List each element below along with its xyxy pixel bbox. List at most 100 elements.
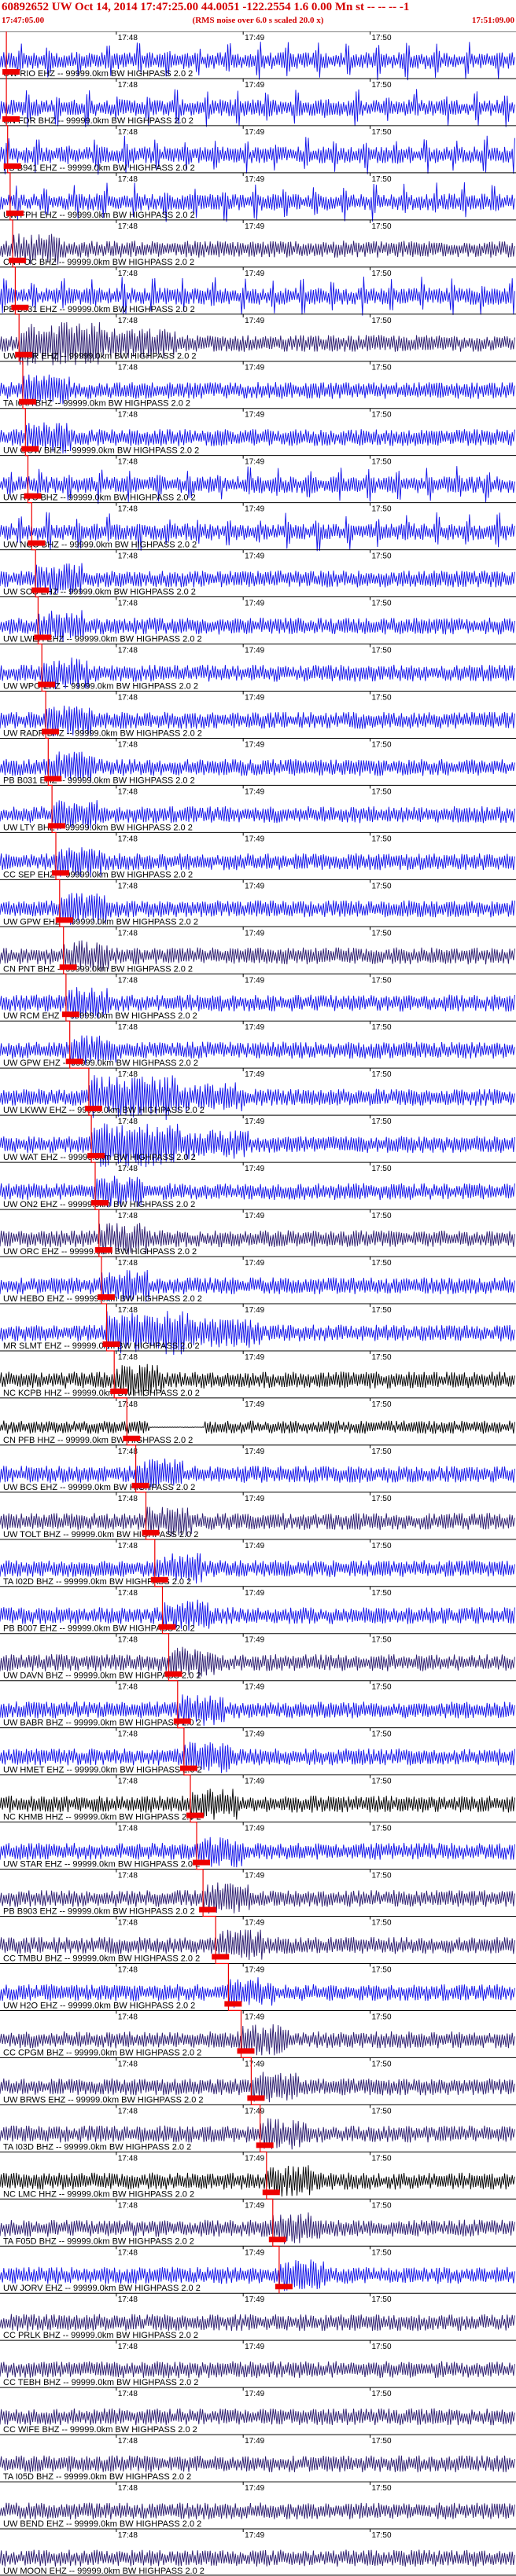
trace-row: 17:48 17:49 17:50UW HUR EHZ -- 99999.0km B… — [0, 314, 516, 366]
trace-row: 17:48 17:49 17:50 CN FDR BHZ -- 99999.0km B… — [0, 78, 516, 127]
seismogram-panel: 17:48 17:49 17:50 UW RIO EHZ -- 99999.0km B… — [0, 31, 516, 2576]
trace-label: CC WIFE BHZ -- 99999.0km BW HIGHPASS 2.0… — [3, 2425, 197, 2435]
trace-label: UW WPO EHZ -- 99999.0km BW HIGHPASS 2.0 … — [3, 681, 198, 691]
pick-marker — [102, 1341, 120, 1347]
trace-label: PB B941 EHZ -- 99999.0km BW HIGHPASS 2.0… — [3, 163, 195, 173]
trace-row: 17:48 17:49 17:50 UW BABR BHZ -- 99999.0km … — [0, 1680, 516, 1728]
trace-row: 17:48 17:49 17:50 UW BCS EHZ -- 99999.0km B… — [0, 1444, 516, 1492]
pick-marker — [3, 163, 21, 169]
trace-row: 17:48 17:49 17:50 UW RADR BHZ -- 99999.0km … — [0, 690, 516, 738]
trace-row: 17:48 17:49 17:50 UW GPW EHZ -- 99999.0km B… — [0, 879, 516, 927]
trace-row: 17:48 17:49 17:50 UW GPW EHZ -- 99999.0km B… — [0, 1020, 516, 1068]
time-tick-label: 17:50 — [371, 1730, 391, 1739]
time-tick-label: 17:48 — [118, 2295, 138, 2304]
time-tick-label: 17:50 — [371, 222, 391, 231]
trace-row: 17:48 17:49 17:50 UW MOON EHZ -- 99999.0km … — [0, 2528, 516, 2576]
trace-label: UW BRWS EHZ -- 99999.0km BW HIGHPASS 2.0… — [3, 2095, 204, 2104]
time-tick-label: 17:49 — [245, 2013, 264, 2021]
trace-row: 17:48 17:49 17:50 CN POC BHZ -- 99999.0km B… — [0, 219, 516, 267]
trace-row: 17:48 17:49 17:50UW SOS EHZ -- 99999.0km B… — [0, 549, 516, 597]
time-tick-label: 17:49 — [245, 2437, 264, 2446]
trace-row: 17:48 17:49 17:50 UW FPH EHZ -- 99999.0km B… — [0, 172, 516, 222]
time-tick-label: 17:50 — [371, 647, 391, 655]
pick-marker — [123, 1435, 141, 1441]
time-tick-label: 17:49 — [245, 1825, 264, 1833]
trace-row: 17:48 17:49 17:50 UW JORV EHZ -- 99999.0km … — [0, 2245, 516, 2293]
time-tick-label: 17:50 — [371, 929, 391, 938]
trace-label: UW BCS EHZ -- 99999.0km BW HIGHPASS 2.0 … — [3, 1483, 195, 1492]
time-tick-label: 17:48 — [118, 2201, 138, 2210]
trace-row: 17:4817:4917:50UW WAT EHZ -- 99999.0km B… — [0, 1114, 516, 1168]
trace-label: UW RADR BHZ -- 99999.0km BW HIGHPASS 2.0… — [3, 728, 202, 738]
time-tick-label: 17:48 — [118, 1165, 138, 1173]
time-tick-label: 17:48 — [118, 1306, 138, 1315]
pick-marker — [9, 257, 27, 263]
trace-row: 17:48 17:49 17:50UW NCO BHZ -- 99999.0km B… — [0, 502, 516, 552]
time-tick-label: 17:48 — [118, 34, 138, 42]
trace-row: 17:48 17:49 17:50 CC SEP EHZ -- 99999.0km B… — [0, 831, 516, 879]
trace-label: UW JORV EHZ -- 99999.0km BW HIGHPASS 2.0… — [3, 2284, 201, 2293]
pick-marker — [90, 1200, 109, 1206]
pick-marker — [65, 1059, 83, 1065]
time-tick-label: 17:50 — [371, 2390, 391, 2398]
time-tick-label: 17:50 — [371, 1825, 391, 1833]
time-tick-label: 17:50 — [371, 2201, 391, 2210]
trace-label: UW RCM EHZ -- 99999.0km BW HIGHPASS 2.0 … — [3, 1011, 197, 1021]
time-tick-label: 17:50 — [371, 2248, 391, 2257]
trace-label: CC TEBH BHZ -- 99999.0km BW HIGHPASS 2.0… — [3, 2378, 198, 2387]
trace-label: UW GPW EHZ -- 99999.0km BW HIGHPASS 2.0 … — [3, 1059, 198, 1068]
pick-marker — [237, 2048, 255, 2054]
time-tick-label: 17:50 — [371, 835, 391, 843]
time-tick-label: 17:49 — [245, 976, 264, 985]
time-tick-label: 17:49 — [245, 1117, 264, 1126]
time-tick-label: 17:49 — [245, 740, 264, 749]
pick-marker — [51, 870, 69, 876]
pick-marker — [48, 823, 66, 829]
time-tick-label: 17:48 — [118, 1212, 138, 1220]
time-tick-label: 17:50 — [371, 2107, 391, 2115]
trace-row: 17:48 17:49 17:50 TA F05D BHZ -- 99999.0km … — [0, 2198, 516, 2246]
time-tick-label: 17:48 — [118, 2531, 138, 2540]
time-tick-label: 17:48 — [118, 1683, 138, 1692]
waveform — [0, 1420, 515, 1434]
trace-label: CN PFB HHZ -- 99999.0km BW HIGHPASS 2.0 … — [3, 1436, 193, 1445]
time-tick-label: 17:50 — [371, 552, 391, 561]
time-tick-label: 17:49 — [245, 2484, 264, 2493]
trace-row: 17:48 17:49 17:50UW LKWW EHZ -- 99999.0km … — [0, 1067, 516, 1121]
trace-row: 17:48 17:49 17:50 PB B031 EHZ -- 99999.0km … — [0, 737, 516, 785]
time-tick-label: 17:50 — [371, 882, 391, 890]
trace-row: 17:48 17:49 17:50 UW BEND EHZ -- 99999.0km … — [0, 2481, 516, 2529]
trace-label: CC CPGM BHZ -- 99999.0km BW HIGHPASS 2.0… — [3, 2048, 201, 2057]
pick-marker — [55, 917, 73, 923]
trace-label: UW MOON EHZ -- 99999.0km BW HIGHPASS 2.0… — [3, 2567, 205, 2576]
time-tick-label: 17:49 — [245, 787, 264, 796]
time-tick-label: 17:49 — [245, 2154, 264, 2163]
time-tick-label: 17:48 — [118, 222, 138, 231]
pick-marker — [2, 116, 20, 122]
pick-marker — [94, 1247, 112, 1253]
trace-row: 17:48 17:49 17:50 UW H2O EHZ -- 99999.0km B… — [0, 1962, 516, 2010]
time-tick-label: 17:48 — [118, 411, 138, 420]
header-time-row: 17:47:05.00 (RMS noise over 6.0 s scaled… — [0, 16, 516, 28]
time-tick-label: 17:50 — [371, 600, 391, 608]
time-tick-label: 17:50 — [371, 364, 391, 372]
time-tick-label: 17:49 — [245, 1306, 264, 1315]
time-tick-label: 17:49 — [245, 1683, 264, 1692]
time-tick-label: 17:49 — [245, 1448, 264, 1456]
time-tick-label: 17:48 — [118, 1259, 138, 1268]
time-tick-label: 17:50 — [371, 1306, 391, 1315]
trace-row: 17:48 17:49 17:50 TA I03D BHZ -- 99999.0km … — [0, 2104, 516, 2152]
time-tick-label: 17:50 — [371, 1919, 391, 1928]
waveform — [0, 2314, 515, 2332]
time-tick-label: 17:49 — [245, 2295, 264, 2304]
time-tick-label: 17:48 — [118, 364, 138, 372]
trace-label: UW GPW EHZ -- 99999.0km BW HIGHPASS 2.0 … — [3, 917, 198, 927]
trace-row: 17:48 17:49 17:50 PB B941 EHZ -- 99999.0km … — [0, 125, 516, 175]
pick-marker — [186, 1812, 204, 1818]
pick-marker — [199, 1906, 217, 1913]
pick-marker — [247, 2095, 265, 2101]
pick-marker — [19, 398, 37, 405]
seismogram-traces: 17:48 17:49 17:50 UW RIO EHZ -- 99999.0km B… — [0, 31, 516, 2576]
time-tick-label: 17:50 — [371, 458, 391, 467]
trace-row: 17:48 17:49 17:50 UW BRWS EHZ -- 99999.0km … — [0, 2057, 516, 2104]
